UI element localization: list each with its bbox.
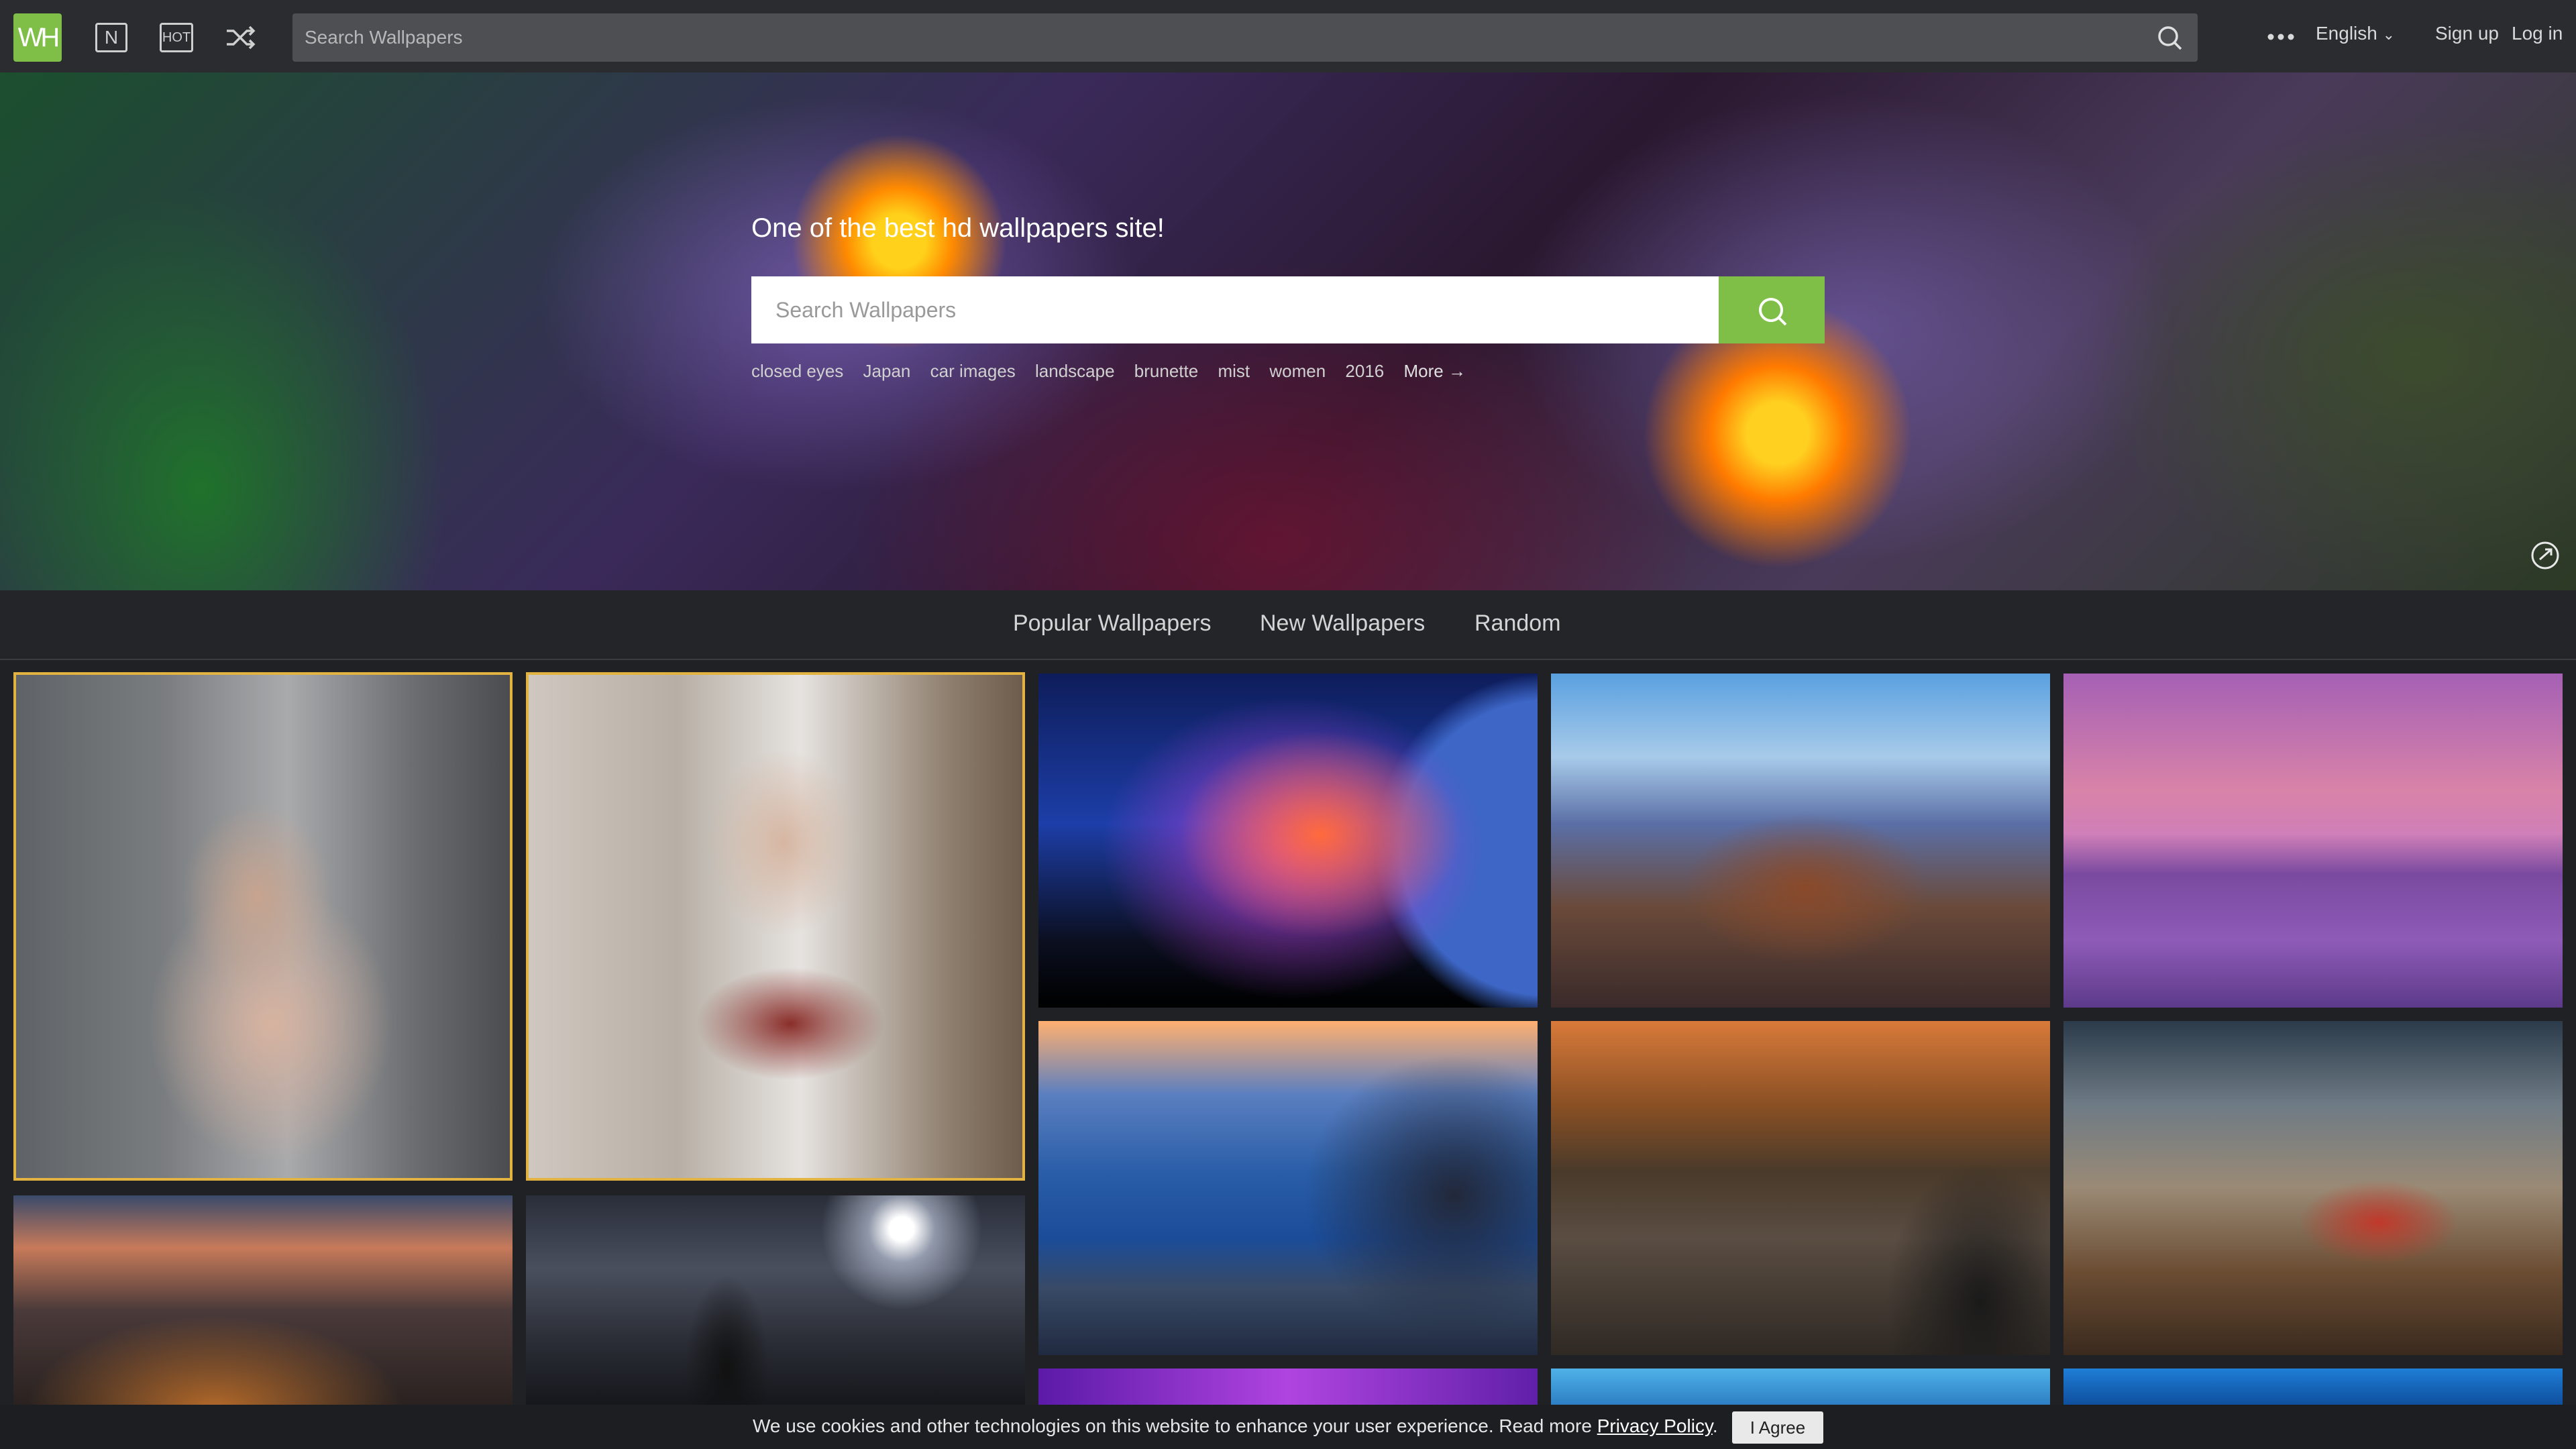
wallpaper-underwater-light[interactable] [1551, 1368, 2050, 1405]
site-logo[interactable]: WH [13, 13, 62, 62]
tab-new[interactable]: New Wallpapers [1260, 610, 1425, 637]
cookie-message: We use cookies and other technologies on… [753, 1415, 1718, 1437]
signup-link[interactable]: Sign up [2435, 23, 2499, 44]
wallpaper-red-car-mountains[interactable] [2063, 1021, 2563, 1355]
refresh-icon[interactable] [2529, 539, 2561, 572]
cookie-text: We use cookies and other technologies on… [753, 1415, 1597, 1436]
hero-search-box [751, 276, 1825, 343]
tag-link[interactable]: landscape [1035, 361, 1115, 381]
top-search-input[interactable] [305, 13, 2143, 62]
wallpaper-underwater-blue[interactable] [2063, 1368, 2563, 1405]
cookie-period: . [1712, 1415, 1718, 1436]
tag-link[interactable]: women [1269, 361, 1326, 381]
tag-link[interactable]: mist [1218, 361, 1250, 381]
tag-link[interactable]: car images [930, 361, 1016, 381]
tab-popular[interactable]: Popular Wallpapers [1013, 610, 1211, 637]
login-link[interactable]: Log in [2512, 23, 2563, 44]
wallpaper-city-dusk[interactable] [13, 1195, 513, 1405]
hot-icon[interactable]: HOT [160, 23, 193, 52]
hero-banner: One of the best hd wallpapers site! clos… [0, 72, 2576, 590]
top-bar: WH N HOT English ⌄ Sign up Log in [0, 0, 2576, 72]
top-search-box [292, 13, 2198, 62]
tag-link[interactable]: closed eyes [751, 361, 843, 381]
new-icon[interactable]: N [95, 23, 127, 52]
wallpaper-woman-gray-kimono[interactable] [526, 672, 1025, 1181]
search-icon[interactable] [2156, 24, 2183, 51]
agree-button[interactable]: I Agree [1732, 1411, 1823, 1444]
language-selector[interactable]: English ⌄ [2316, 23, 2395, 44]
chevron-down-icon: ⌄ [2382, 26, 2396, 43]
wallpaper-anime-japanese-town[interactable] [1551, 674, 2050, 1008]
wallpaper-space-nebula-planet[interactable] [1038, 674, 1538, 1008]
tag-link[interactable]: 2016 [1345, 361, 1384, 381]
privacy-policy-link[interactable]: Privacy Policy [1597, 1415, 1713, 1436]
more-tags-link[interactable]: More → [1403, 361, 1465, 381]
more-options-icon[interactable] [2267, 34, 2294, 40]
cookie-banner: We use cookies and other technologies on… [0, 1405, 2576, 1449]
language-label: English [2316, 23, 2377, 44]
wallpaper-purple-abstract[interactable] [1038, 1368, 1538, 1405]
search-icon [1759, 298, 1787, 326]
tab-random[interactable]: Random [1474, 610, 1561, 637]
tag-link[interactable]: brunette [1134, 361, 1198, 381]
hero-search-input[interactable] [751, 276, 1719, 343]
hero-title: One of the best hd wallpapers site! [751, 213, 1165, 243]
wallpaper-tabs: Popular Wallpapers New Wallpapers Random [0, 590, 2576, 660]
wallpaper-blue-coast-rocks[interactable] [1038, 1021, 1538, 1355]
shuffle-icon[interactable] [224, 23, 258, 52]
wallpaper-railway-forest[interactable] [1551, 1021, 2050, 1355]
popular-tags: closed eyes Japan car images landscape b… [751, 361, 1481, 382]
wallpaper-woman-gray-hoodie[interactable] [13, 672, 513, 1181]
hero-search-button[interactable] [1719, 276, 1825, 343]
wallpaper-purple-lake-sunset[interactable] [2063, 674, 2563, 1008]
wallpaper-masked-woman-moon[interactable] [526, 1195, 1025, 1405]
tag-link[interactable]: Japan [863, 361, 911, 381]
